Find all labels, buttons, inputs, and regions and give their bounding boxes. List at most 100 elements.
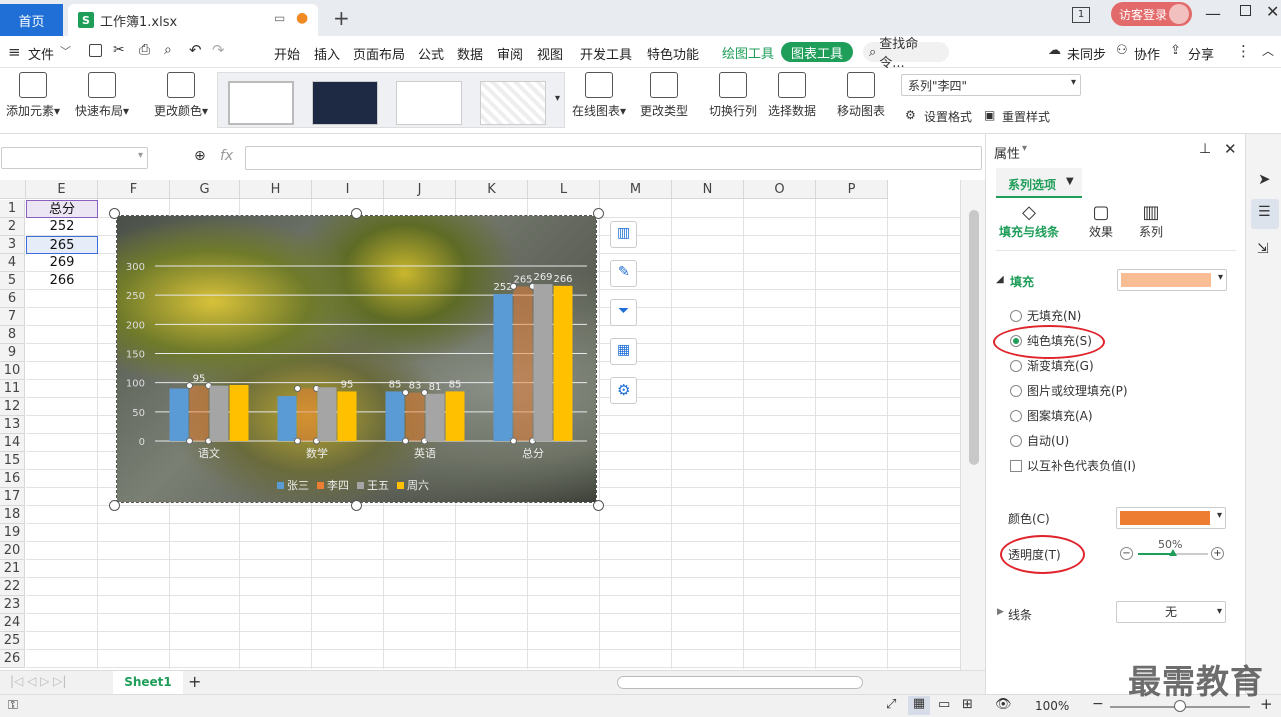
chart-filter-button[interactable]: ⏷ (610, 299, 637, 326)
bar[interactable] (533, 284, 553, 441)
row-header-15[interactable]: 15 (0, 452, 25, 470)
chart-area[interactable]: 0 50 100 150 200 250 300 95 语文 95 数学 85 83 81 85 英语 252 2… (116, 215, 597, 503)
line-section-label[interactable]: 线条 (1008, 606, 1032, 623)
formula-input[interactable] (245, 146, 982, 170)
row-header-5[interactable]: 5 (0, 272, 25, 290)
menu-page-layout[interactable]: 页面布局 (353, 44, 405, 63)
bar[interactable] (297, 388, 317, 442)
row-header-7[interactable]: 7 (0, 308, 25, 326)
chart-style-2[interactable] (312, 81, 378, 125)
chevron-down-icon[interactable]: ▾ (1022, 143, 1027, 154)
row-header-21[interactable]: 21 (0, 560, 25, 578)
reset-style-button[interactable]: 重置样式 (1002, 108, 1050, 125)
new-tab-button[interactable]: + (333, 6, 350, 30)
column-header-E[interactable]: E (26, 180, 98, 199)
chevron-down-icon[interactable]: ﹀ (60, 43, 71, 59)
bar[interactable] (425, 393, 445, 441)
radio-picture-fill[interactable]: 图片或纹理填充(P) (1010, 382, 1128, 399)
gallery-more-icon[interactable]: ▾ (555, 93, 560, 104)
row-header-1[interactable]: 1 (0, 200, 25, 218)
add-element-button[interactable]: 添加元素▾ (4, 72, 62, 119)
tab-series-options[interactable]: 系列选项 ▼ (996, 168, 1082, 198)
menu-start[interactable]: 开始 (274, 44, 300, 63)
bar[interactable] (337, 391, 357, 441)
cell-E1[interactable]: 总分 (26, 200, 98, 218)
collab-button[interactable]: 协作 (1134, 44, 1160, 63)
row-header-17[interactable]: 17 (0, 488, 25, 506)
column-header-F[interactable]: F (98, 180, 170, 199)
row-header-2[interactable]: 2 (0, 218, 25, 236)
subtab-effects[interactable]: ▢ 效果 (1081, 202, 1121, 240)
select-data-button[interactable]: 选择数据 (766, 72, 818, 119)
monitor-icon[interactable]: ▭ (274, 11, 285, 25)
properties-toggle[interactable]: ☰ (1251, 199, 1279, 229)
sync-status[interactable]: 未同步 (1067, 44, 1106, 63)
resize-handle[interactable] (109, 208, 120, 219)
transparency-slider[interactable] (1138, 549, 1208, 556)
bar[interactable] (209, 385, 229, 441)
menu-review[interactable]: 审阅 (497, 44, 523, 63)
normal-view-icon[interactable]: ▦ (908, 696, 930, 715)
row-header-24[interactable]: 24 (0, 614, 25, 632)
chart-settings-button[interactable]: ⚙ (610, 377, 637, 404)
row-header-10[interactable]: 10 (0, 362, 25, 380)
chart-style-4[interactable] (480, 81, 546, 125)
fullscreen-icon[interactable]: ⤢ (886, 697, 896, 712)
row-header-16[interactable]: 16 (0, 470, 25, 488)
sheet-tab[interactable]: Sheet1 (113, 671, 183, 694)
zoom-out-icon[interactable]: − (1092, 696, 1104, 712)
resize-handle[interactable] (109, 500, 120, 511)
menu-file[interactable]: 文件 (28, 44, 54, 63)
online-chart-button[interactable]: 在线图表▾ (569, 72, 629, 119)
column-header-K[interactable]: K (456, 180, 528, 199)
chart-tools-button[interactable]: ▦ (610, 338, 637, 365)
chart-style-1[interactable] (228, 81, 294, 125)
search-box[interactable]: ⌕ 查找命令... (863, 37, 949, 71)
bar[interactable] (513, 286, 533, 441)
row-header-25[interactable]: 25 (0, 632, 25, 650)
row-header-8[interactable]: 8 (0, 326, 25, 344)
chart-style-3[interactable] (396, 81, 462, 125)
plus-icon[interactable]: + (1211, 547, 1224, 560)
menu-features[interactable]: 特色功能 (647, 44, 699, 63)
menu-data[interactable]: 数据 (457, 44, 483, 63)
column-header-G[interactable]: G (170, 180, 240, 199)
menu-view[interactable]: 视图 (537, 44, 563, 63)
bar[interactable] (189, 385, 209, 441)
bar[interactable] (169, 388, 189, 442)
expand-triangle-icon[interactable]: ◢ (996, 274, 1004, 285)
select-all-corner[interactable] (0, 180, 26, 199)
column-header-M[interactable]: M (600, 180, 672, 199)
bar[interactable] (385, 391, 405, 441)
bar-chart[interactable]: 05010015020025030095语文95数学85 83 81 85英语2522… (117, 216, 597, 503)
page-view-icon[interactable]: ▭ (938, 697, 950, 712)
move-chart-button[interactable]: 移动图表 (835, 72, 887, 119)
split-view-icon[interactable]: ⊞ (962, 697, 973, 712)
close-panel-icon[interactable]: ✕ (1224, 140, 1237, 158)
legend-swatch[interactable] (397, 482, 404, 489)
legend-swatch[interactable] (277, 482, 284, 489)
subtab-series[interactable]: ▥ 系列 (1131, 202, 1171, 240)
color-select[interactable]: ▾ (1116, 507, 1226, 529)
series-select[interactable]: 系列"李四" ▾ (901, 74, 1081, 96)
row-header-23[interactable]: 23 (0, 596, 25, 614)
row-header-11[interactable]: 11 (0, 380, 25, 398)
row-header-9[interactable]: 9 (0, 344, 25, 362)
login-button[interactable]: 访客登录 (1111, 2, 1192, 26)
cell-E5[interactable]: 266 (26, 272, 98, 290)
minus-icon[interactable]: − (1120, 547, 1133, 560)
change-type-button[interactable]: 更改类型 (638, 72, 690, 119)
set-format-button[interactable]: 设置格式 (924, 108, 972, 125)
print-preview-icon[interactable]: ⌕ (164, 42, 172, 58)
cell-E3[interactable]: 265 (26, 236, 98, 254)
column-header-O[interactable]: O (744, 180, 816, 199)
row-header-18[interactable]: 18 (0, 506, 25, 524)
maximize-icon[interactable] (1240, 5, 1251, 16)
resize-handle[interactable] (351, 500, 362, 511)
scroll-thumb[interactable] (969, 210, 979, 465)
expand-triangle-icon[interactable]: ▶ (997, 607, 1004, 617)
row-header-14[interactable]: 14 (0, 434, 25, 452)
resize-handle[interactable] (593, 208, 604, 219)
row-header-19[interactable]: 19 (0, 524, 25, 542)
cell-E4[interactable]: 269 (26, 254, 98, 272)
